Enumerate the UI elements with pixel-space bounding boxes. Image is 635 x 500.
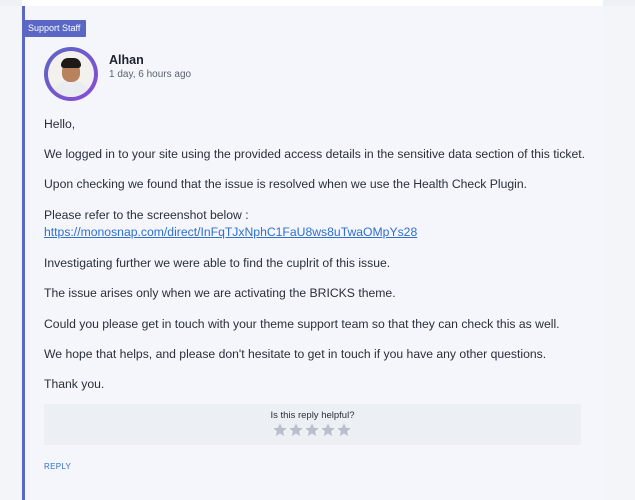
message-paragraph-1: We logged in to your site using the prov… [44,147,586,161]
star-icon[interactable] [272,422,288,438]
message-paragraph-4: Investigating further we were able to fi… [44,256,391,270]
star-icon[interactable] [288,422,304,438]
helpful-question: Is this reply helpful? [270,410,355,421]
star-rating [272,422,352,438]
message-paragraph-2: Upon checking we found that the issue is… [44,177,528,191]
screenshot-link[interactable]: https://monosnap.com/direct/InFqTJxNphC1… [44,225,417,239]
message-paragraph-5: The issue arises only when we are activa… [44,286,396,300]
star-icon[interactable] [336,422,352,438]
message-paragraph-6: Could you please get in touch with your … [44,317,560,331]
message-paragraph-3: Please refer to the screenshot below : [44,208,249,222]
star-icon[interactable] [304,422,320,438]
avatar [44,47,98,101]
message-paragraph-7: We hope that helps, and please don't hes… [44,347,547,361]
message-greeting: Hello, [44,117,76,131]
helpful-feedback-box: Is this reply helpful? [44,404,581,445]
support-staff-badge: Support Staff [22,20,87,37]
post-timestamp: 1 day, 6 hours ago [109,69,192,80]
author-name: Alhan [109,53,144,67]
star-icon[interactable] [320,422,336,438]
message-closing: Thank you. [44,377,105,391]
user-photo-icon [48,51,94,97]
reply-button[interactable]: REPLY [44,462,71,471]
